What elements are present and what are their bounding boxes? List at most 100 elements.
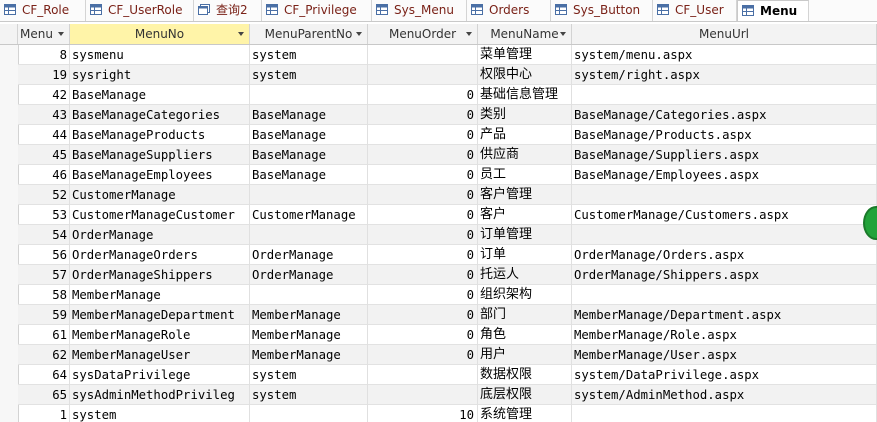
column-header-menuname[interactable]: MenuName (478, 24, 572, 44)
cell-id[interactable]: 61 (18, 325, 70, 345)
cell-menu-url[interactable]: system/AdminMethod.aspx (572, 385, 877, 405)
cell-menu-no[interactable]: BaseManageSuppliers (70, 145, 250, 165)
cell-id[interactable]: 1 (18, 405, 70, 422)
cell-menu-name[interactable]: 基础信息管理 (478, 85, 572, 105)
cell-menu-no[interactable]: MemberManageDepartment (70, 305, 250, 325)
dropdown-arrow-icon[interactable] (560, 32, 566, 36)
cell-menu-url[interactable]: system/menu.aspx (572, 45, 877, 65)
cell-menu-no[interactable]: OrderManage (70, 225, 250, 245)
cell-menu-parent-no[interactable]: OrderManage (250, 245, 368, 265)
cell-menu-url[interactable]: system/right.aspx (572, 65, 877, 85)
cell-menu-order[interactable] (368, 65, 478, 85)
column-header-menuno[interactable]: MenuNo (70, 24, 250, 44)
cell-menu-order[interactable]: 0 (368, 325, 478, 345)
cell-menu-parent-no[interactable]: MemberManage (250, 325, 368, 345)
table-row[interactable]: 62 MemberManageUser MemberManage 0 用户 MemberM… (18, 345, 877, 365)
cell-menu-url[interactable]: OrderManage/Shippers.aspx (572, 265, 877, 285)
cell-menu-parent-no[interactable]: MemberManage (250, 305, 368, 325)
cell-menu-parent-no[interactable]: BaseManage (250, 145, 368, 165)
cell-menu-order[interactable]: 0 (368, 265, 478, 285)
table-row[interactable]: 54 OrderManage 0 订单管理 (18, 225, 877, 245)
table-row[interactable]: 42 BaseManage 0 基础信息管理 (18, 85, 877, 105)
cell-menu-parent-no[interactable]: OrderManage (250, 265, 368, 285)
cell-menu-name[interactable]: 客户 (478, 205, 572, 225)
table-row[interactable]: 57 OrderManageShippers OrderManage 0 托运人 Orde… (18, 265, 877, 285)
cell-menu-parent-no[interactable]: system (250, 65, 368, 85)
tab-sys-menu[interactable]: Sys_Menu (372, 0, 467, 21)
cell-menu-parent-no[interactable]: MemberManage (250, 345, 368, 365)
select-all-corner[interactable] (0, 24, 18, 44)
cell-id[interactable]: 42 (18, 85, 70, 105)
tab-cf-user[interactable]: CF_User (653, 0, 737, 21)
cell-menu-order[interactable]: 0 (368, 245, 478, 265)
cell-menu-order[interactable]: 10 (368, 405, 478, 422)
cell-menu-url[interactable] (572, 225, 877, 245)
cell-menu-no[interactable]: sysright (70, 65, 250, 85)
table-row[interactable]: 61 MemberManageRole MemberManage 0 角色 MemberM… (18, 325, 877, 345)
cell-id[interactable]: 62 (18, 345, 70, 365)
cell-id[interactable]: 56 (18, 245, 70, 265)
cell-menu-parent-no[interactable] (250, 225, 368, 245)
cell-menu-no[interactable]: OrderManageOrders (70, 245, 250, 265)
table-row[interactable]: 1 system 10 系统管理 (18, 405, 877, 422)
cell-menu-name[interactable]: 类别 (478, 105, 572, 125)
column-header-menuparentno[interactable]: MenuParentNo (250, 24, 368, 44)
cell-menu-parent-no[interactable]: system (250, 365, 368, 385)
dropdown-arrow-icon[interactable] (356, 32, 362, 36)
cell-menu-url[interactable]: BaseManage/Categories.aspx (572, 105, 877, 125)
cell-menu-parent-no[interactable] (250, 285, 368, 305)
cell-id[interactable]: 45 (18, 145, 70, 165)
cell-menu-no[interactable]: BaseManageEmployees (70, 165, 250, 185)
cell-id[interactable]: 53 (18, 205, 70, 225)
cell-menu-no[interactable]: CustomerManage (70, 185, 250, 205)
cell-menu-parent-no[interactable]: system (250, 45, 368, 65)
dropdown-arrow-icon[interactable] (238, 32, 244, 36)
cell-id[interactable]: 64 (18, 365, 70, 385)
cell-menu-name[interactable]: 托运人 (478, 265, 572, 285)
record-selector-column[interactable] (0, 45, 19, 422)
dropdown-arrow-icon[interactable] (466, 32, 472, 36)
cell-menu-name[interactable]: 用户 (478, 345, 572, 365)
cell-menu-url[interactable]: MemberManage/Role.aspx (572, 325, 877, 345)
cell-id[interactable]: 44 (18, 125, 70, 145)
tab-sys-button[interactable]: Sys_Button (551, 0, 653, 21)
cell-menu-parent-no[interactable]: system (250, 385, 368, 405)
cell-menu-no[interactable]: MemberManageRole (70, 325, 250, 345)
cell-menu-name[interactable]: 订单管理 (478, 225, 572, 245)
table-row[interactable]: 45 BaseManageSuppliers BaseManage 0 供应商 BaseM… (18, 145, 877, 165)
cell-menu-name[interactable]: 客户管理 (478, 185, 572, 205)
table-row[interactable]: 58 MemberManage 0 组织架构 (18, 285, 877, 305)
cell-menu-parent-no[interactable]: BaseManage (250, 105, 368, 125)
cell-menu-no[interactable]: BaseManageProducts (70, 125, 250, 145)
tab-query2[interactable]: 查询2 (194, 0, 262, 21)
table-row[interactable]: 8 sysmenu system 菜单管理 system/menu.aspx (18, 45, 877, 65)
cell-menu-order[interactable]: 0 (368, 225, 478, 245)
cell-menu-order[interactable]: 0 (368, 105, 478, 125)
tab-cf-privilege[interactable]: CF_Privilege (262, 0, 372, 21)
cell-menu-url[interactable] (572, 405, 877, 422)
cell-menu-url[interactable] (572, 185, 877, 205)
cell-id[interactable]: 46 (18, 165, 70, 185)
cell-menu-name[interactable]: 菜单管理 (478, 45, 572, 65)
cell-menu-url[interactable]: MemberManage/User.aspx (572, 345, 877, 365)
cell-menu-order[interactable]: 0 (368, 305, 478, 325)
cell-id[interactable]: 65 (18, 385, 70, 405)
cell-menu-parent-no[interactable] (250, 405, 368, 422)
cell-menu-url[interactable]: system/DataPrivilege.aspx (572, 365, 877, 385)
table-row[interactable]: 44 BaseManageProducts BaseManage 0 产品 BaseMan… (18, 125, 877, 145)
cell-menu-no[interactable]: BaseManage (70, 85, 250, 105)
table-row[interactable]: 43 BaseManageCategories BaseManage 0 类别 BaseM… (18, 105, 877, 125)
cell-menu-order[interactable]: 0 (368, 185, 478, 205)
cell-id[interactable]: 54 (18, 225, 70, 245)
cell-menu-order[interactable]: 0 (368, 285, 478, 305)
cell-id[interactable]: 59 (18, 305, 70, 325)
table-row[interactable]: 53 CustomerManageCustomer CustomerManage 0 客… (18, 205, 877, 225)
cell-menu-no[interactable]: sysAdminMethodPrivileg (70, 385, 250, 405)
cell-id[interactable]: 52 (18, 185, 70, 205)
cell-menu-no[interactable]: sysDataPrivilege (70, 365, 250, 385)
cell-menu-url[interactable]: OrderManage/Orders.aspx (572, 245, 877, 265)
column-header-id[interactable]: Menu (18, 24, 70, 44)
cell-menu-url[interactable] (572, 85, 877, 105)
column-header-menuurl[interactable]: MenuUrl (572, 24, 877, 44)
cell-menu-url[interactable] (572, 285, 877, 305)
